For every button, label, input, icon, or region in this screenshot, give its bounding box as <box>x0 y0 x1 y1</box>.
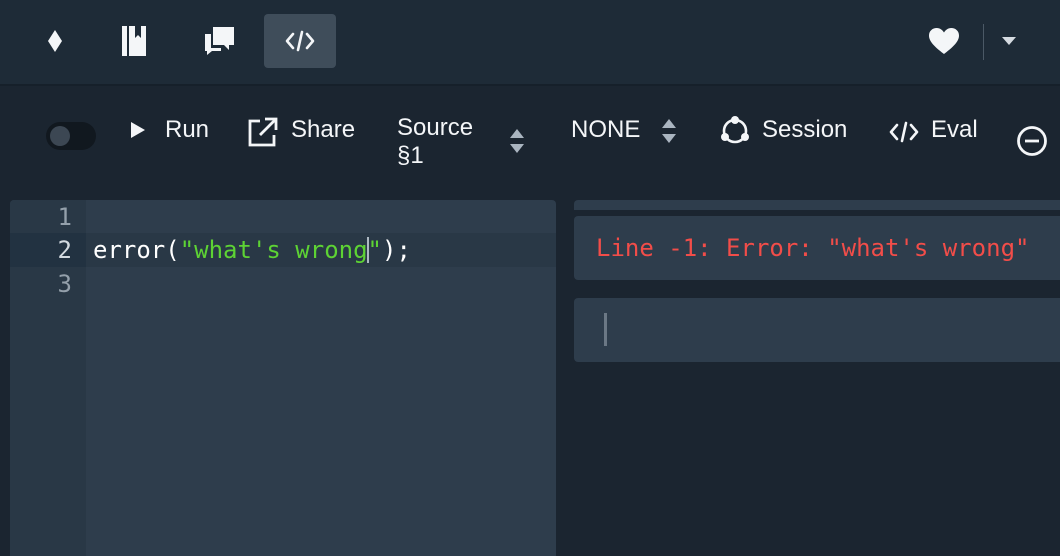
repl-input[interactable] <box>574 298 1060 362</box>
code-line[interactable]: error("what's wrong"); <box>93 233 411 267</box>
repl-header <box>574 200 1060 210</box>
share-button[interactable]: Share <box>291 116 355 144</box>
autorun-toggle[interactable] <box>46 122 96 150</box>
line-number: 3 <box>57 270 72 298</box>
eval-button[interactable]: Eval <box>931 116 978 144</box>
nav-chat-button[interactable] <box>183 14 255 68</box>
chapter-select-label[interactable]: Source <box>397 114 473 142</box>
favorite-button[interactable] <box>908 14 980 68</box>
share-icon <box>248 117 278 147</box>
nav-code-button[interactable] <box>264 14 336 68</box>
remove-circle-icon[interactable] <box>1016 125 1048 157</box>
code-icon <box>889 121 919 143</box>
error-message: Line -1: Error: "what's wrong" <box>596 234 1030 262</box>
code-editor[interactable]: 1 2 3 error("what's wrong"); <box>10 200 556 556</box>
code-function: error( <box>93 236 180 264</box>
variant-select-sort-icon <box>662 119 676 143</box>
session-icon <box>721 116 749 144</box>
line-number: 1 <box>57 203 72 231</box>
account-menu-button[interactable] <box>990 14 1028 68</box>
navbar-divider <box>983 24 984 60</box>
heart-icon <box>929 28 959 54</box>
source-academy-logo-icon <box>48 30 62 52</box>
code-punctuation: ); <box>382 236 411 264</box>
caret-down-icon <box>1002 37 1016 45</box>
navbar <box>0 0 1060 86</box>
line-number: 2 <box>57 236 72 264</box>
nav-home-button[interactable] <box>19 14 91 68</box>
code-string-end: " <box>367 236 382 264</box>
run-button[interactable]: Run <box>165 116 209 144</box>
repl-cursor <box>604 313 607 346</box>
session-button[interactable]: Session <box>762 116 847 144</box>
chat-bubbles-icon <box>205 27 234 55</box>
repl-output-card: Line -1: Error: "what's wrong" <box>574 216 1060 280</box>
book-icon <box>122 26 146 56</box>
chapter-select-sublabel[interactable]: §1 <box>397 142 424 170</box>
play-icon <box>131 122 145 138</box>
variant-select[interactable]: NONE <box>571 116 640 144</box>
chapter-select-sort-icon <box>510 129 524 153</box>
nav-playground-button[interactable] <box>98 14 170 68</box>
code-icon <box>285 30 315 52</box>
code-string: "what's wrong <box>179 236 368 264</box>
toggle-knob <box>50 126 70 146</box>
